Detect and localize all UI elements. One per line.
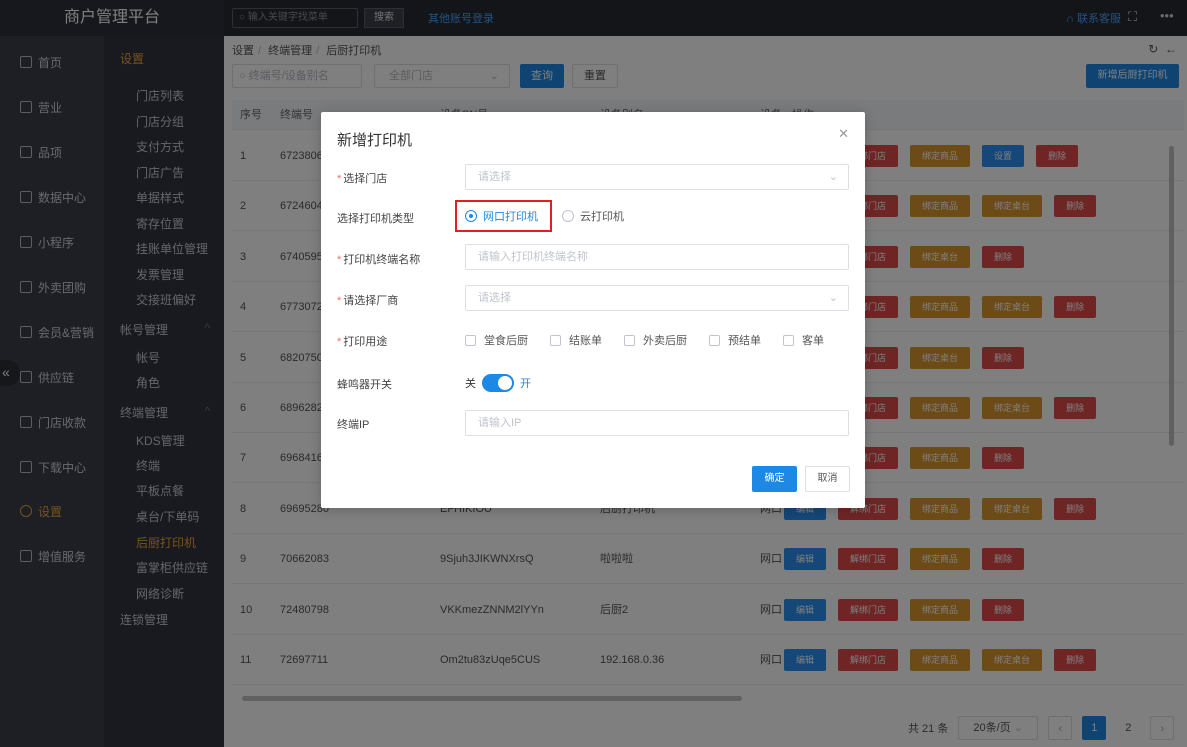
printer-type-label: 选择打印机类型 <box>337 213 414 225</box>
vendor-label: * 请选择厂商 <box>337 295 399 307</box>
usage-checkbox[interactable]: 客单 <box>783 332 824 348</box>
vendor-select-placeholder: 请选择 <box>478 292 511 304</box>
terminal-name-placeholder: 请输入打印机终端名称 <box>478 251 588 263</box>
radio-cloud-printer[interactable]: 云打印机 <box>562 208 624 224</box>
checkbox-label: 预结单 <box>728 335 761 347</box>
confirm-button[interactable]: 确定 <box>752 466 797 492</box>
store-select[interactable]: 请选择 ⌄ <box>465 164 849 190</box>
switch-off-label: 关 <box>465 378 476 390</box>
close-icon[interactable]: ✕ <box>838 126 849 142</box>
vendor-select[interactable]: 请选择 ⌄ <box>465 285 849 311</box>
buzzer-switch-row: 关 开 <box>465 374 531 392</box>
checkbox-label: 客单 <box>802 335 824 347</box>
checkbox-label: 堂食后厨 <box>484 335 528 347</box>
usage-label: * 打印用途 <box>337 336 388 348</box>
radio-label: 网口打印机 <box>483 211 538 223</box>
store-label-text: 选择门店 <box>343 173 388 185</box>
dialog-title: 新增打印机 <box>337 132 413 149</box>
usage-label-text: 打印用途 <box>343 336 388 348</box>
buzzer-label: 蜂鸣器开关 <box>337 379 392 391</box>
usage-checkbox[interactable]: 结账单 <box>550 332 602 348</box>
buzzer-switch[interactable] <box>482 374 514 392</box>
checkbox-icon <box>465 334 476 346</box>
store-label: * 选择门店 <box>337 173 388 185</box>
usage-checkbox[interactable]: 堂食后厨 <box>465 332 528 348</box>
vendor-label-text: 请选择厂商 <box>343 295 399 307</box>
usage-checkbox[interactable]: 外卖后厨 <box>624 332 687 348</box>
checkbox-icon <box>783 334 794 346</box>
checkbox-label: 外卖后厨 <box>643 335 687 347</box>
printer-type-radio-group: 网口打印机 云打印机 <box>455 200 624 232</box>
cancel-button[interactable]: 取消 <box>805 466 850 492</box>
checkbox-label: 结账单 <box>569 335 602 347</box>
ip-placeholder: 请输入IP <box>478 417 522 429</box>
terminal-name-label-text: 打印机终端名称 <box>343 254 421 266</box>
usage-checkbox[interactable]: 预结单 <box>709 332 761 348</box>
chevron-down-icon: ⌄ <box>828 171 838 183</box>
add-printer-dialog: 新增打印机 ✕ * 选择门店 请选择 ⌄ 选择打印机类型 网口打印机 云打印机 * 打… <box>321 112 865 508</box>
radio-label: 云打印机 <box>580 211 624 223</box>
store-select-placeholder: 请选择 <box>478 171 511 183</box>
radio-network-printer[interactable]: 网口打印机 <box>455 200 552 232</box>
usage-checkbox-group: 堂食后厨 结账单 外卖后厨 预结单 客单 <box>465 332 824 348</box>
switch-on-label: 开 <box>520 378 531 390</box>
chevron-down-icon: ⌄ <box>828 292 838 304</box>
checkbox-icon <box>550 334 561 346</box>
radio-checked-icon <box>465 210 477 222</box>
ip-label: 终端IP <box>337 419 370 431</box>
terminal-name-input[interactable]: 请输入打印机终端名称 <box>465 244 849 270</box>
terminal-name-label: * 打印机终端名称 <box>337 254 421 266</box>
checkbox-icon <box>709 334 720 346</box>
checkbox-icon <box>624 334 635 346</box>
radio-unchecked-icon <box>562 210 574 222</box>
ip-input[interactable]: 请输入IP <box>465 410 849 436</box>
